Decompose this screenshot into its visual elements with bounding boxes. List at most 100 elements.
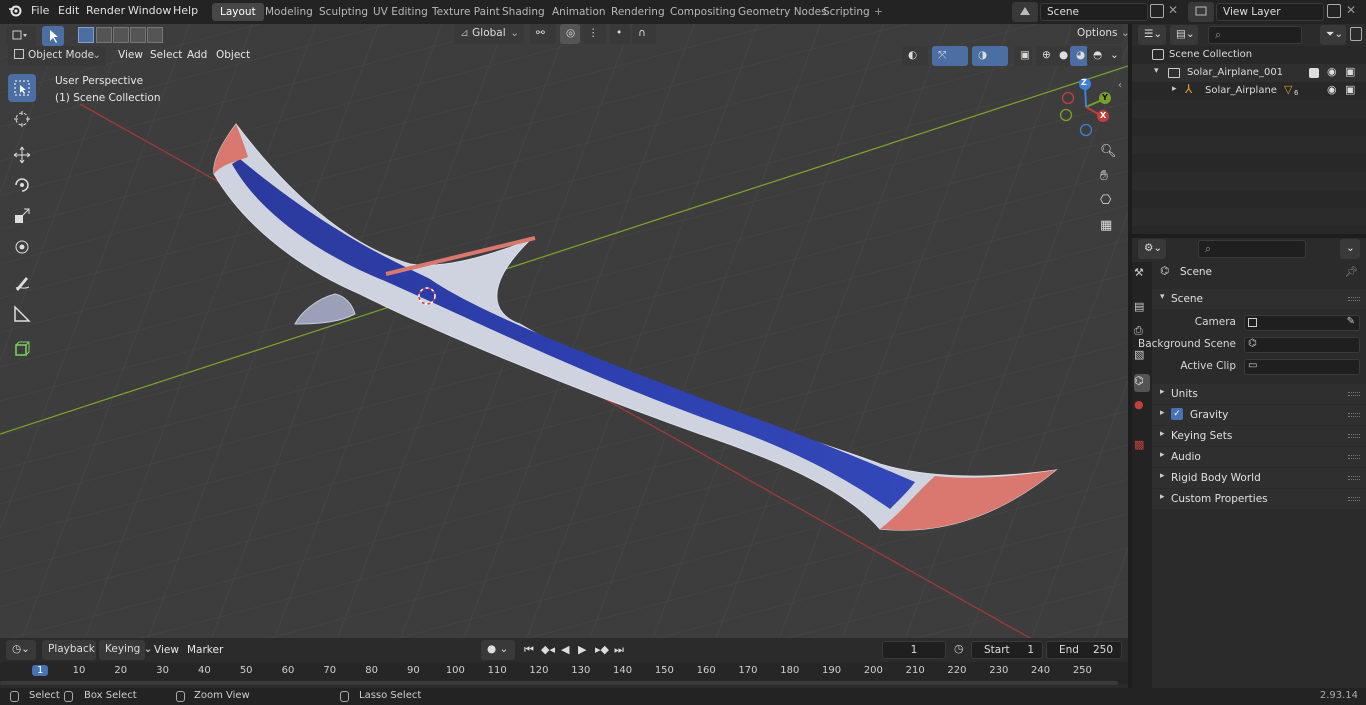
object-render-camera-icon[interactable]: ▣ [1345,83,1355,96]
outliner-display-mode-icon[interactable]: ▤⌄ [1170,25,1198,45]
options-dropdown[interactable]: Options ⌄ [1071,24,1128,44]
tool-move[interactable] [8,141,36,169]
background-scene-field[interactable]: ⌬ [1244,337,1360,353]
tool-measure[interactable] [8,300,36,328]
menu-edit[interactable]: Edit [58,4,79,17]
viewport-menu-object[interactable]: Object [216,49,250,61]
menu-file[interactable]: File [31,4,49,17]
panel-drag-grip-icon[interactable] [1348,455,1360,459]
active-clip-field[interactable]: ▭ [1244,359,1360,375]
scene-name-field[interactable]: Scene [1040,3,1148,21]
select-mode-set-icon[interactable] [78,27,94,43]
shading-options-icon[interactable]: ⌄ [1104,46,1122,66]
timeline-scrollbar[interactable] [0,681,1118,685]
gravity-checkbox[interactable]: ✓ [1171,408,1183,420]
outliner-filter-icon[interactable]: ⏷⌄ [1320,25,1346,45]
eyedropper-icon[interactable]: ✎ [1347,316,1355,327]
3d-viewport[interactable]: ⊿ Global ⌄ ⚯ ◎ ⋮ • ∩ Options ⌄ Object Mod… [0,24,1128,638]
new-view-layer-icon[interactable] [1327,4,1341,18]
timeline-keying-menu[interactable]: Keying ⌄ [99,640,152,660]
xray-toggle-icon[interactable]: ▣ [1014,46,1032,66]
viewport-menu-select[interactable]: Select [150,49,182,61]
select-mode-extend-icon[interactable] [96,27,112,43]
tool-rotate[interactable] [8,171,36,199]
texture-properties-tab-icon[interactable]: ▩ [1134,438,1150,456]
object-mode-dropdown[interactable]: Object Mode ⌄ [8,46,106,66]
panel-drag-grip-icon[interactable] [1348,476,1360,480]
jump-to-keyframe-prev-icon[interactable]: ◆◂ [541,643,555,656]
collection-visibility-eye-icon[interactable]: ◉ [1327,65,1337,78]
properties-editor-type-icon[interactable]: ⚙⌄ [1138,239,1166,259]
panel-drag-grip-icon[interactable] [1348,297,1360,301]
rendered-shading-icon[interactable]: ◓ [1087,46,1105,66]
add-workspace-button[interactable]: + [866,3,891,21]
select-mode-subtract-icon[interactable] [113,27,129,43]
panel-scene-header[interactable]: ▾ Scene [1152,289,1366,309]
child-mesh-icon[interactable]: ▽ [1284,83,1292,96]
camera-view-icon[interactable]: ⎔ [1100,193,1111,208]
properties-search-input[interactable]: ⌕ [1198,240,1306,258]
panel-units-header[interactable]: ▸ Units [1152,384,1366,404]
auto-keying-toggle-icon[interactable]: ● ⌄ [481,640,515,660]
panel-drag-grip-icon[interactable] [1348,413,1360,417]
proportional-falloff-icon[interactable]: ∩ [632,24,656,44]
view-layer-properties-tab-icon[interactable]: ▧ [1134,348,1150,366]
timeline-menu-marker[interactable]: Marker [187,644,223,656]
material-preview-shading-icon[interactable]: ◕ [1070,46,1088,66]
panel-gravity-header[interactable]: ▸ ✓ Gravity [1152,405,1366,425]
jump-to-start-icon[interactable]: ⏮ [524,643,534,657]
current-frame-field[interactable]: 1 [882,641,946,659]
tool-cursor[interactable] [8,105,36,133]
outliner-row-object[interactable]: ▸ ⅄ Solar_Airplane ▽ 6 ◉ ▣ [1132,82,1366,100]
panel-audio-header[interactable]: ▸ Audio [1152,447,1366,467]
editor-type-button[interactable] [6,26,36,46]
panel-drag-grip-icon[interactable] [1348,392,1360,396]
visibility-selector-icon[interactable]: ◐ [902,46,928,66]
snap-toggle-icon[interactable]: ◎ [560,24,580,44]
tool-annotate[interactable] [8,269,36,297]
delete-scene-icon[interactable]: ✕ [1168,3,1178,17]
view-layer-selector-icon[interactable] [1188,2,1214,22]
select-tool-active-icon[interactable] [42,26,64,46]
proportional-edit-icon[interactable]: • [610,24,630,44]
panel-drag-grip-icon[interactable] [1348,497,1360,501]
scene-properties-tab-icon[interactable]: ⌬ [1134,374,1150,392]
timeline-menu-view[interactable]: View [154,644,179,656]
camera-field[interactable]: ✎ [1244,315,1360,331]
snap-target-icon[interactable]: ⋮ [582,24,606,44]
panel-rigid-body-world-header[interactable]: ▸ Rigid Body World [1152,468,1366,488]
frame-start-field[interactable]: Start 1 [971,641,1043,659]
transform-orientation-dropdown[interactable]: ⊿ Global ⌄ [454,24,524,44]
play-reverse-icon[interactable]: ◀ [561,643,569,656]
select-mode-invert-icon[interactable] [130,27,146,43]
sidebar-toggle-icon[interactable]: ‹ [1118,80,1122,91]
jump-to-end-icon[interactable]: ⏭ [614,643,624,657]
toggle-perspective-grid-icon[interactable]: ▦ [1100,218,1112,233]
viewport-menu-add[interactable]: Add [187,49,207,61]
outliner-row-scene-collection[interactable]: Scene Collection [1132,46,1366,64]
solid-shading-icon[interactable]: ● [1053,46,1071,66]
collection-render-camera-icon[interactable]: ▣ [1345,65,1355,78]
menu-help[interactable]: Help [173,4,198,17]
tool-scale[interactable] [8,202,36,230]
view-layer-field[interactable]: View Layer [1216,3,1324,21]
delete-view-layer-icon[interactable]: ✕ [1346,3,1356,17]
wireframe-shading-icon[interactable]: ⊕ [1036,46,1054,66]
scene-selector-icon[interactable] [1012,2,1038,22]
tool-add-cube[interactable] [8,335,36,363]
outliner-search-input[interactable]: ⌕ [1208,26,1302,44]
outliner-editor-type-icon[interactable]: ☰⌄ [1138,25,1166,45]
frame-end-field[interactable]: End 250 [1046,641,1122,659]
preview-range-clock-icon[interactable]: ◷ [954,642,964,655]
timeline-current-frame-marker[interactable]: 1 [32,665,49,676]
viewport-menu-view[interactable]: View [118,49,143,61]
world-properties-tab-icon[interactable]: ● [1134,398,1150,416]
tool-select-box[interactable] [8,74,36,102]
tool-transform[interactable] [8,233,36,261]
expand-chevron-icon[interactable]: ▾ [1154,66,1159,76]
overlay-toggle-icon[interactable]: ◑ [972,46,1008,66]
timeline-editor-type-icon[interactable]: ◷⌄ [6,640,36,660]
menu-render[interactable]: Render [86,4,125,17]
gizmo-toggle-icon[interactable]: ⤧ [932,46,968,66]
new-collection-icon[interactable] [1350,27,1362,41]
